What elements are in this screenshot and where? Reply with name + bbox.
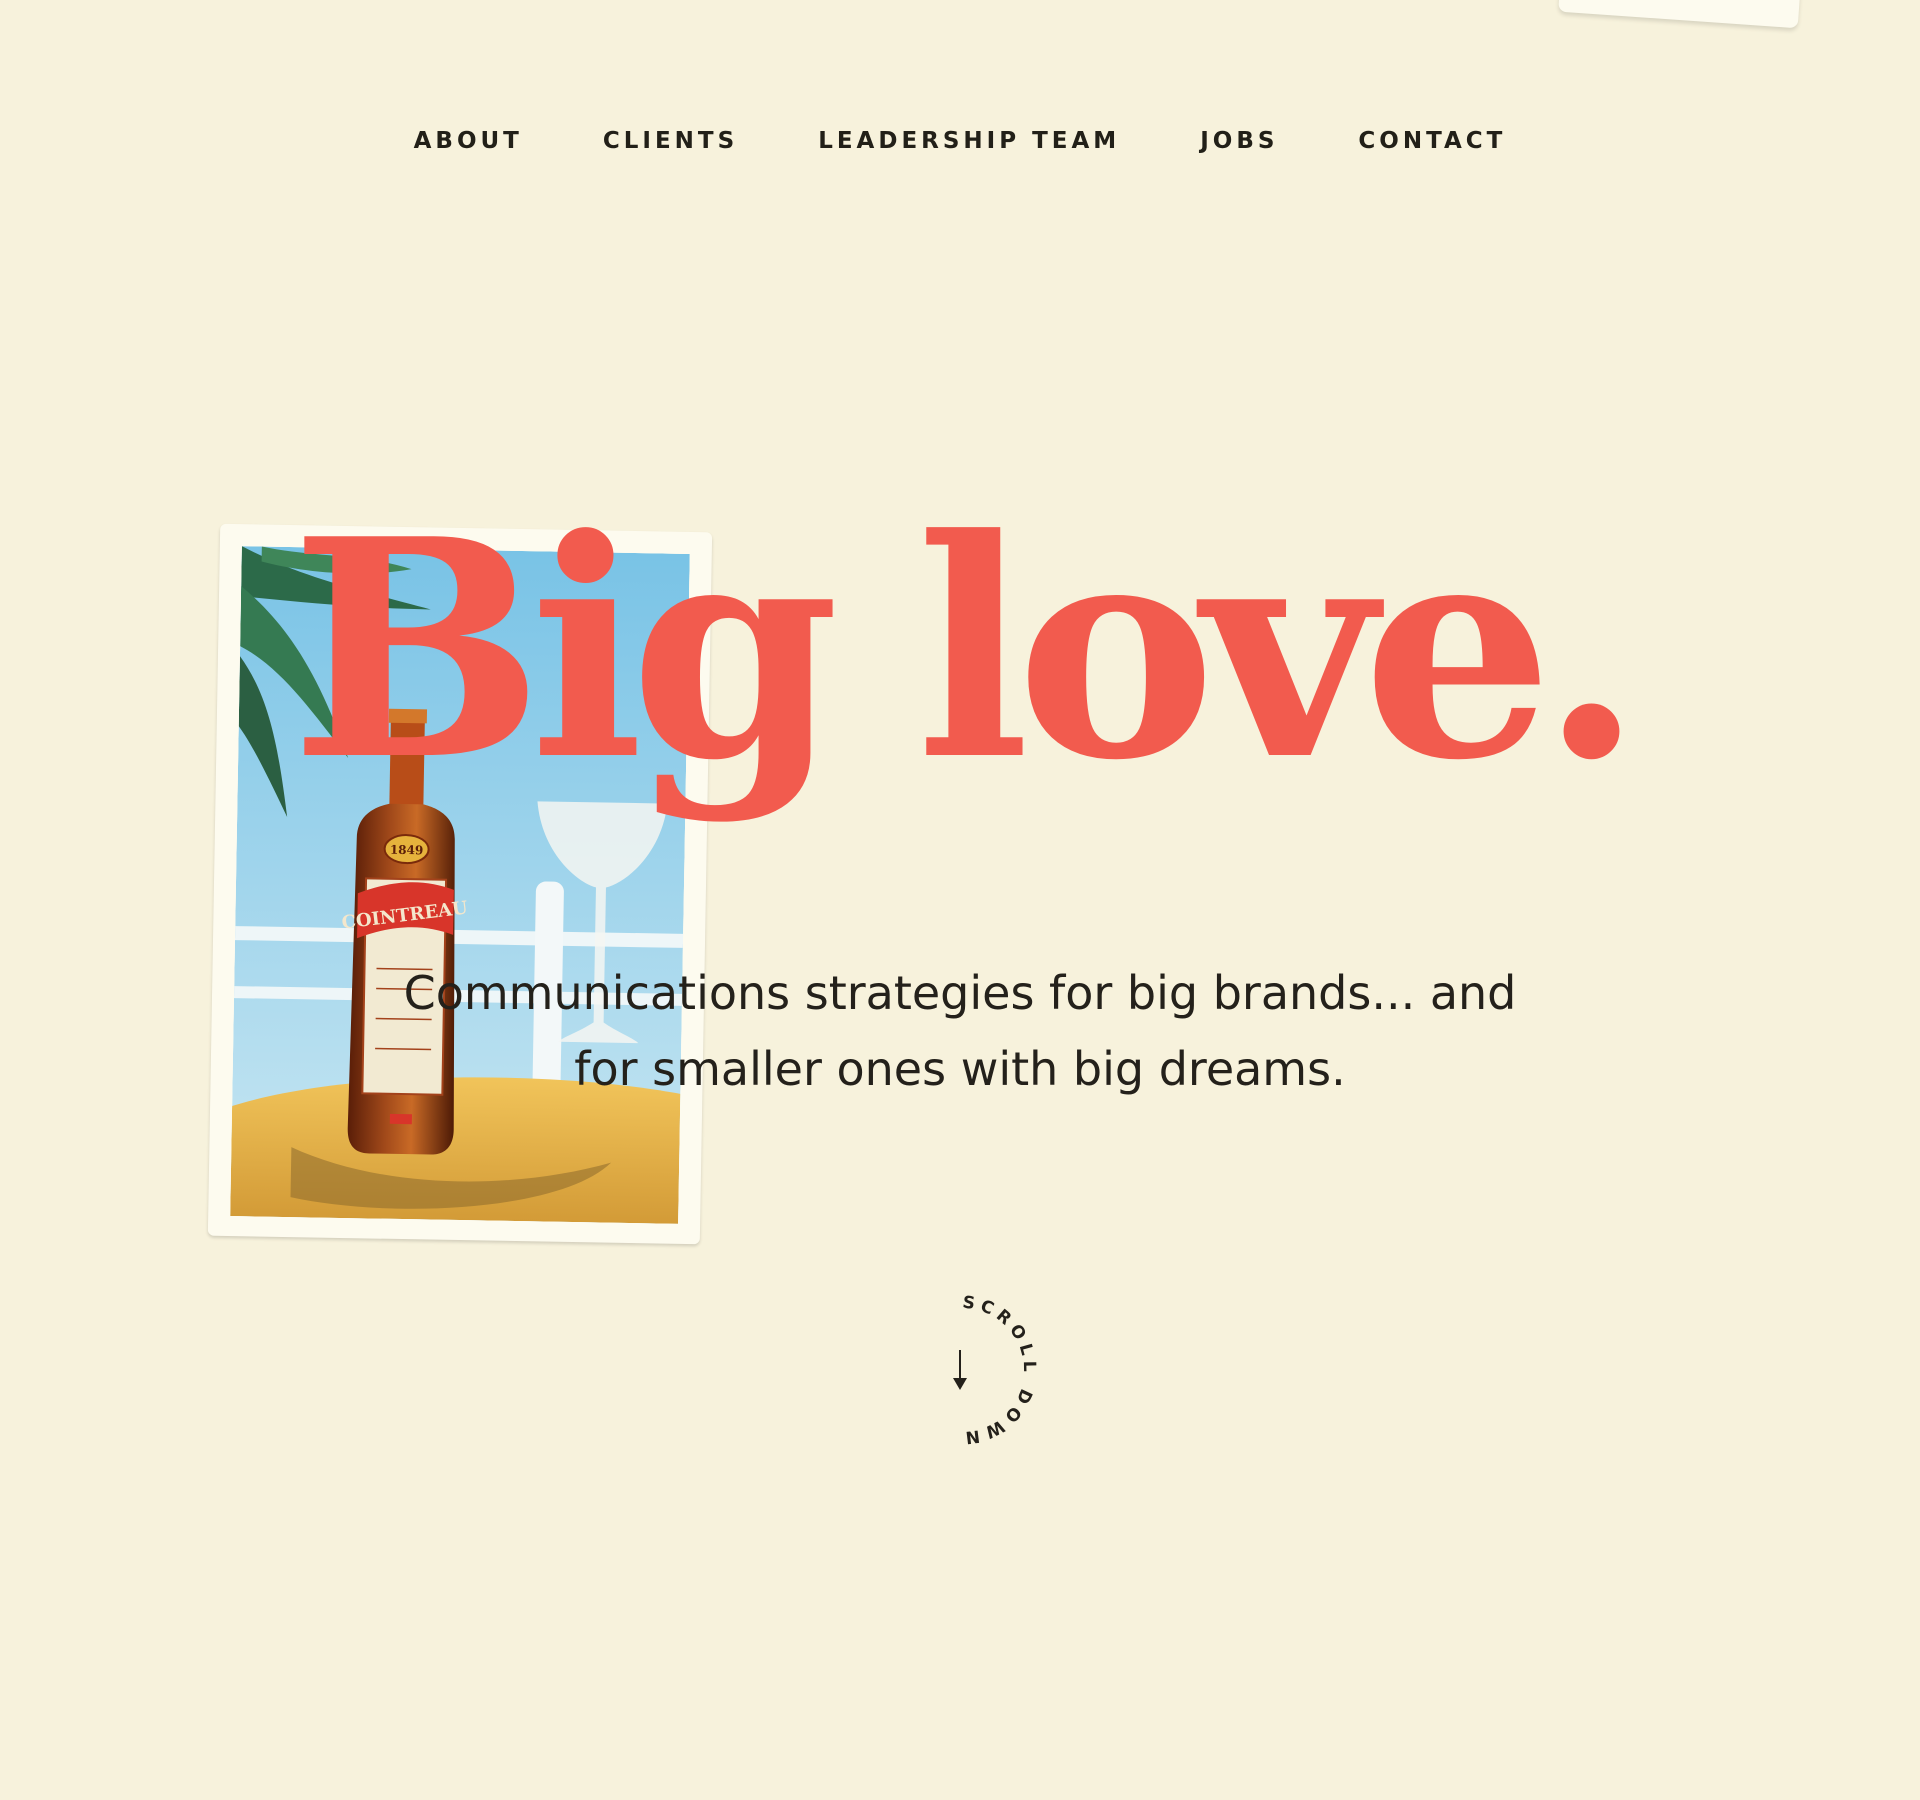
bottle-year: 1849 bbox=[390, 843, 424, 858]
nav-item-clients[interactable]: CLIENTS bbox=[603, 126, 738, 156]
tagline-line-1: Communications strategies for big brands… bbox=[403, 966, 1517, 1020]
scroll-down-indicator[interactable]: SCROLL DOWN bbox=[900, 1290, 1060, 1450]
scroll-down-label-path: SCROLL DOWN bbox=[959, 1293, 1034, 1448]
nav-item-jobs[interactable]: JOBS bbox=[1200, 126, 1278, 156]
nav-item-contact[interactable]: CONTACT bbox=[1358, 126, 1506, 156]
tagline-line-2: for smaller ones with big dreams. bbox=[574, 1042, 1346, 1096]
nav-item-about[interactable]: ABOUT bbox=[414, 126, 523, 156]
main-navigation: ABOUT CLIENTS LEADERSHIP TEAM JOBS CONTA… bbox=[0, 126, 1920, 156]
scroll-down-svg[interactable]: SCROLL DOWN bbox=[900, 1290, 1060, 1450]
hero-tagline: Communications strategies for big brands… bbox=[300, 955, 1620, 1107]
page: ABOUT CLIENTS LEADERSHIP TEAM JOBS CONTA… bbox=[0, 0, 1920, 1800]
arrow-down-icon bbox=[953, 1350, 967, 1390]
hero-headline: Big love. bbox=[290, 473, 1643, 826]
partial-card bbox=[1558, 0, 1802, 29]
scroll-down-label: SCROLL DOWN bbox=[959, 1293, 1039, 1448]
nav-item-leadership-team[interactable]: LEADERSHIP TEAM bbox=[818, 126, 1120, 156]
